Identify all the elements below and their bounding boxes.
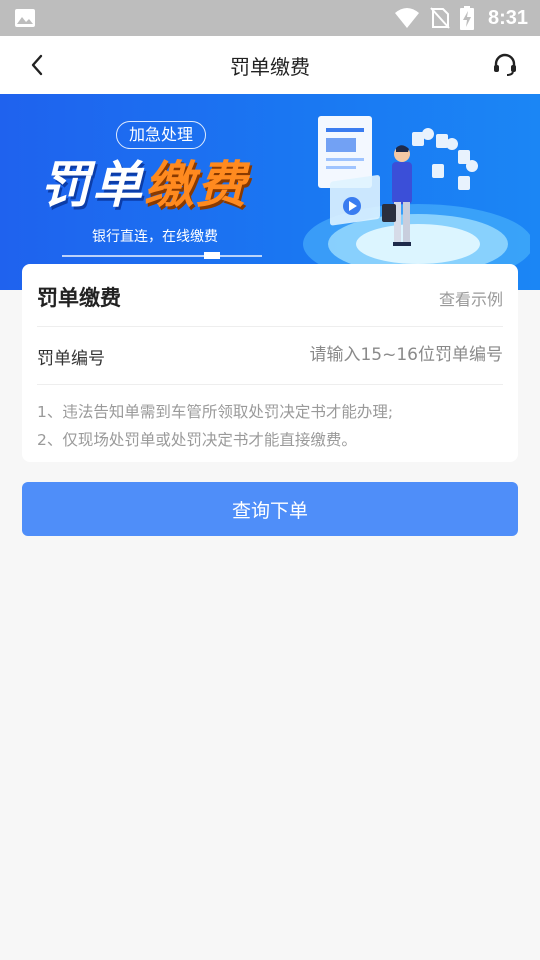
notes: 1、违法告知单需到车管所领取处罚决定书才能办理; 2、仅现场处罚单或处罚决定书才… (37, 398, 503, 454)
note-item: 2、仅现场处罚单或处罚决定书才能直接缴费。 (37, 431, 357, 449)
note-item: 1、违法告知单需到车管所领取处罚决定书才能办理; (37, 403, 394, 421)
no-sim-icon (430, 7, 450, 29)
nav-bar: 罚单缴费 (0, 36, 540, 94)
banner-tag: 加急处理 (116, 121, 207, 149)
image-icon (15, 9, 35, 27)
ticket-number-input[interactable] (213, 340, 503, 370)
ticket-number-row: 罚单编号 (37, 326, 503, 385)
ticket-number-label: 罚单编号 (37, 349, 105, 369)
banner-headline: 罚单缴费 (40, 150, 248, 220)
view-example-link[interactable]: 查看示例 (439, 286, 503, 310)
wifi-icon (394, 8, 419, 28)
customer-service-button[interactable] (490, 50, 520, 80)
status-bar: 8:31 (0, 0, 540, 36)
battery-charging-icon (459, 6, 474, 30)
page-title: 罚单缴费 (230, 54, 310, 79)
banner-underline-dot (204, 252, 220, 259)
card-header: 罚单缴费 查看示例 (37, 264, 503, 327)
headset-icon (494, 53, 516, 76)
back-button[interactable] (22, 50, 52, 80)
query-order-button[interactable]: 查询下单 (22, 482, 518, 536)
banner-subtitle: 银行直连，在线缴费 (92, 229, 218, 245)
promo-banner[interactable]: 加急处理 罚单缴费 银行直连，在线缴费 (0, 94, 540, 290)
fine-payment-card: 罚单缴费 查看示例 罚单编号 1、违法告知单需到车管所领取处罚决定书才能办理; … (22, 264, 518, 462)
banner-illustration (303, 116, 530, 284)
banner-underline (62, 255, 262, 257)
chevron-left-icon (31, 54, 43, 76)
banner-headline-white: 罚单 (40, 156, 144, 214)
status-time: 8:31 (487, 6, 528, 29)
card-title: 罚单缴费 (37, 286, 121, 310)
banner-headline-orange: 缴费 (144, 156, 248, 214)
